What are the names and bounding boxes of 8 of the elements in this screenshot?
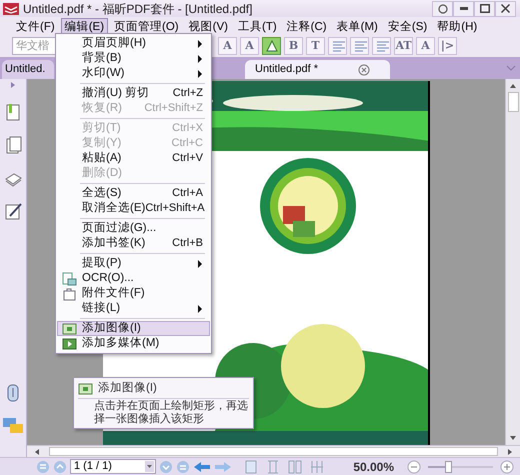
menu-item: 恢复(R) Ctrl+Shift+Z [80,101,204,116]
tooltip-text: 点击并在页面上绘制矩形，再选择一张图像插入该矩形 [93,399,249,426]
zoom-level: 50.00% [353,458,394,475]
menu-item: 删除(D) [81,166,123,181]
tooltip-title: 添加图像(I) [98,380,157,396]
menu-item: 剪切(T) Ctrl+X [81,121,204,136]
window-title: Untitled.pdf * - 福昕PDF套件 - [Untitled.pdf] [23,0,252,18]
menu-item: 复制(Y) Ctrl+C [81,136,204,151]
